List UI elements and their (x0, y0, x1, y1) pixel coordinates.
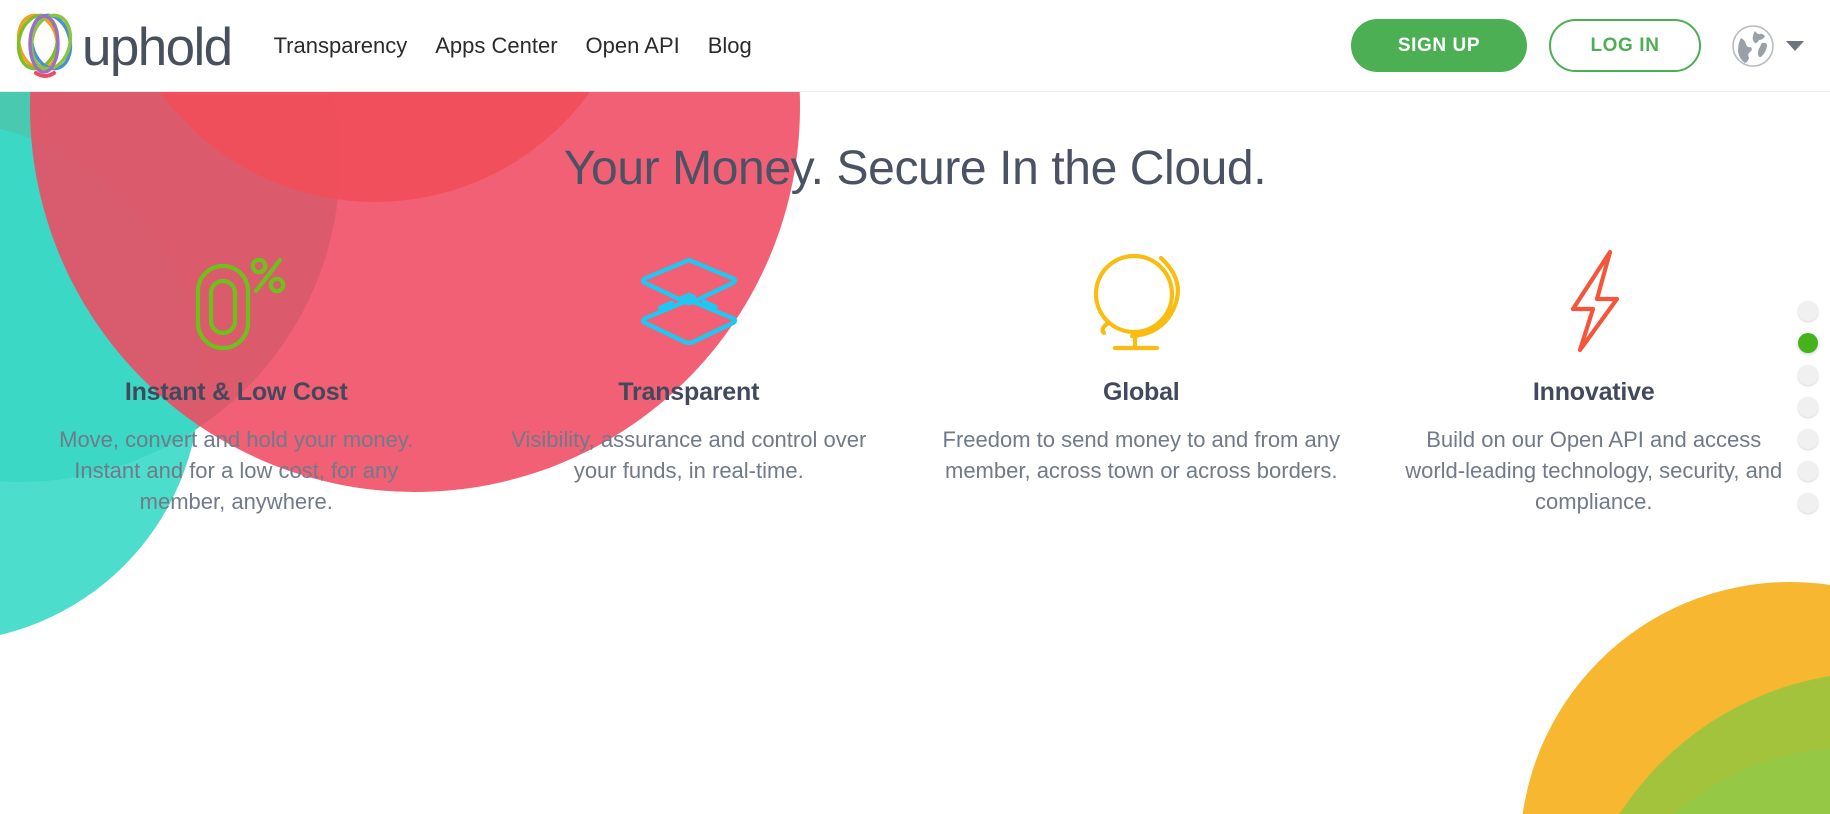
nav-link-apps-center[interactable]: Apps Center (435, 33, 557, 59)
feature-item-transparent: Transparent Visibility, assurance and co… (463, 246, 916, 518)
pager-dot[interactable] (1798, 429, 1818, 449)
uphold-balloon-logo-icon (16, 13, 73, 78)
feature-icon-wrapper (186, 246, 286, 356)
site-header: uphold Transparency Apps Center Open API… (0, 0, 1830, 92)
desk-globe-icon (1094, 253, 1181, 350)
feature-description: Build on our Open API and access world-l… (1405, 426, 1783, 515)
hero-section: Your Money. Secure In the Cloud. (0, 92, 1830, 198)
decorative-circle-orange-bottomright (1520, 582, 1830, 814)
brand-wordmark: uphold (82, 18, 233, 77)
feature-item-instant-low-cost: Instant & Low Cost Move, convert and hol… (10, 246, 463, 518)
pager-dot[interactable] (1798, 301, 1818, 321)
feature-title: Transparent (618, 377, 760, 406)
sign-up-button[interactable]: SIGN UP (1351, 19, 1527, 72)
feature-icon-wrapper (630, 246, 748, 356)
feature-item-global: Global Freedom to send money to and from… (915, 246, 1368, 518)
pager-dot-active[interactable] (1798, 333, 1818, 353)
brand-home-link[interactable]: uphold (14, 11, 233, 81)
header-actions: SIGN UP LOG IN (1351, 19, 1804, 72)
nav-link-transparency[interactable]: Transparency (274, 33, 408, 59)
feature-description: Move, convert and hold your money. Insta… (59, 426, 414, 515)
page-root: uphold Transparency Apps Center Open API… (0, 0, 1830, 814)
nav-link-blog[interactable]: Blog (708, 33, 752, 59)
feature-title: Global (1102, 377, 1180, 406)
feature-title: Instant & Low Cost (124, 377, 348, 406)
feature-icon-wrapper (1089, 246, 1193, 356)
feature-title: Innovative (1532, 377, 1655, 406)
locale-selector[interactable] (1731, 24, 1804, 68)
zero-percent-icon (196, 257, 286, 350)
feature-description: Visibility, assurance and control over y… (511, 426, 867, 483)
feature-description: Freedom to send money to and from any me… (942, 426, 1340, 483)
pager-dot[interactable] (1798, 397, 1818, 417)
slide-pagination (1798, 301, 1818, 513)
decorative-circle-lightgreen-bottomright (1575, 747, 1830, 814)
stacked-layers-icon (640, 257, 737, 345)
globe-icon (1732, 24, 1774, 67)
feature-list: Instant & Low Cost Move, convert and hol… (0, 246, 1830, 518)
pager-dot[interactable] (1798, 461, 1818, 481)
pager-dot[interactable] (1798, 493, 1818, 513)
decorative-circle-green-bottomright (1570, 672, 1830, 814)
log-in-button[interactable]: LOG IN (1549, 19, 1701, 72)
primary-nav: Transparency Apps Center Open API Blog (274, 33, 752, 59)
page-title: Your Money. Secure In the Cloud. (563, 142, 1267, 195)
lightning-bolt-icon (1570, 249, 1619, 352)
feature-item-innovative: Innovative Build on our Open API and acc… (1368, 246, 1821, 518)
chevron-down-icon (1786, 40, 1804, 51)
nav-link-open-api[interactable]: Open API (586, 33, 680, 59)
pager-dot[interactable] (1798, 365, 1818, 385)
feature-icon-wrapper (1556, 246, 1632, 356)
